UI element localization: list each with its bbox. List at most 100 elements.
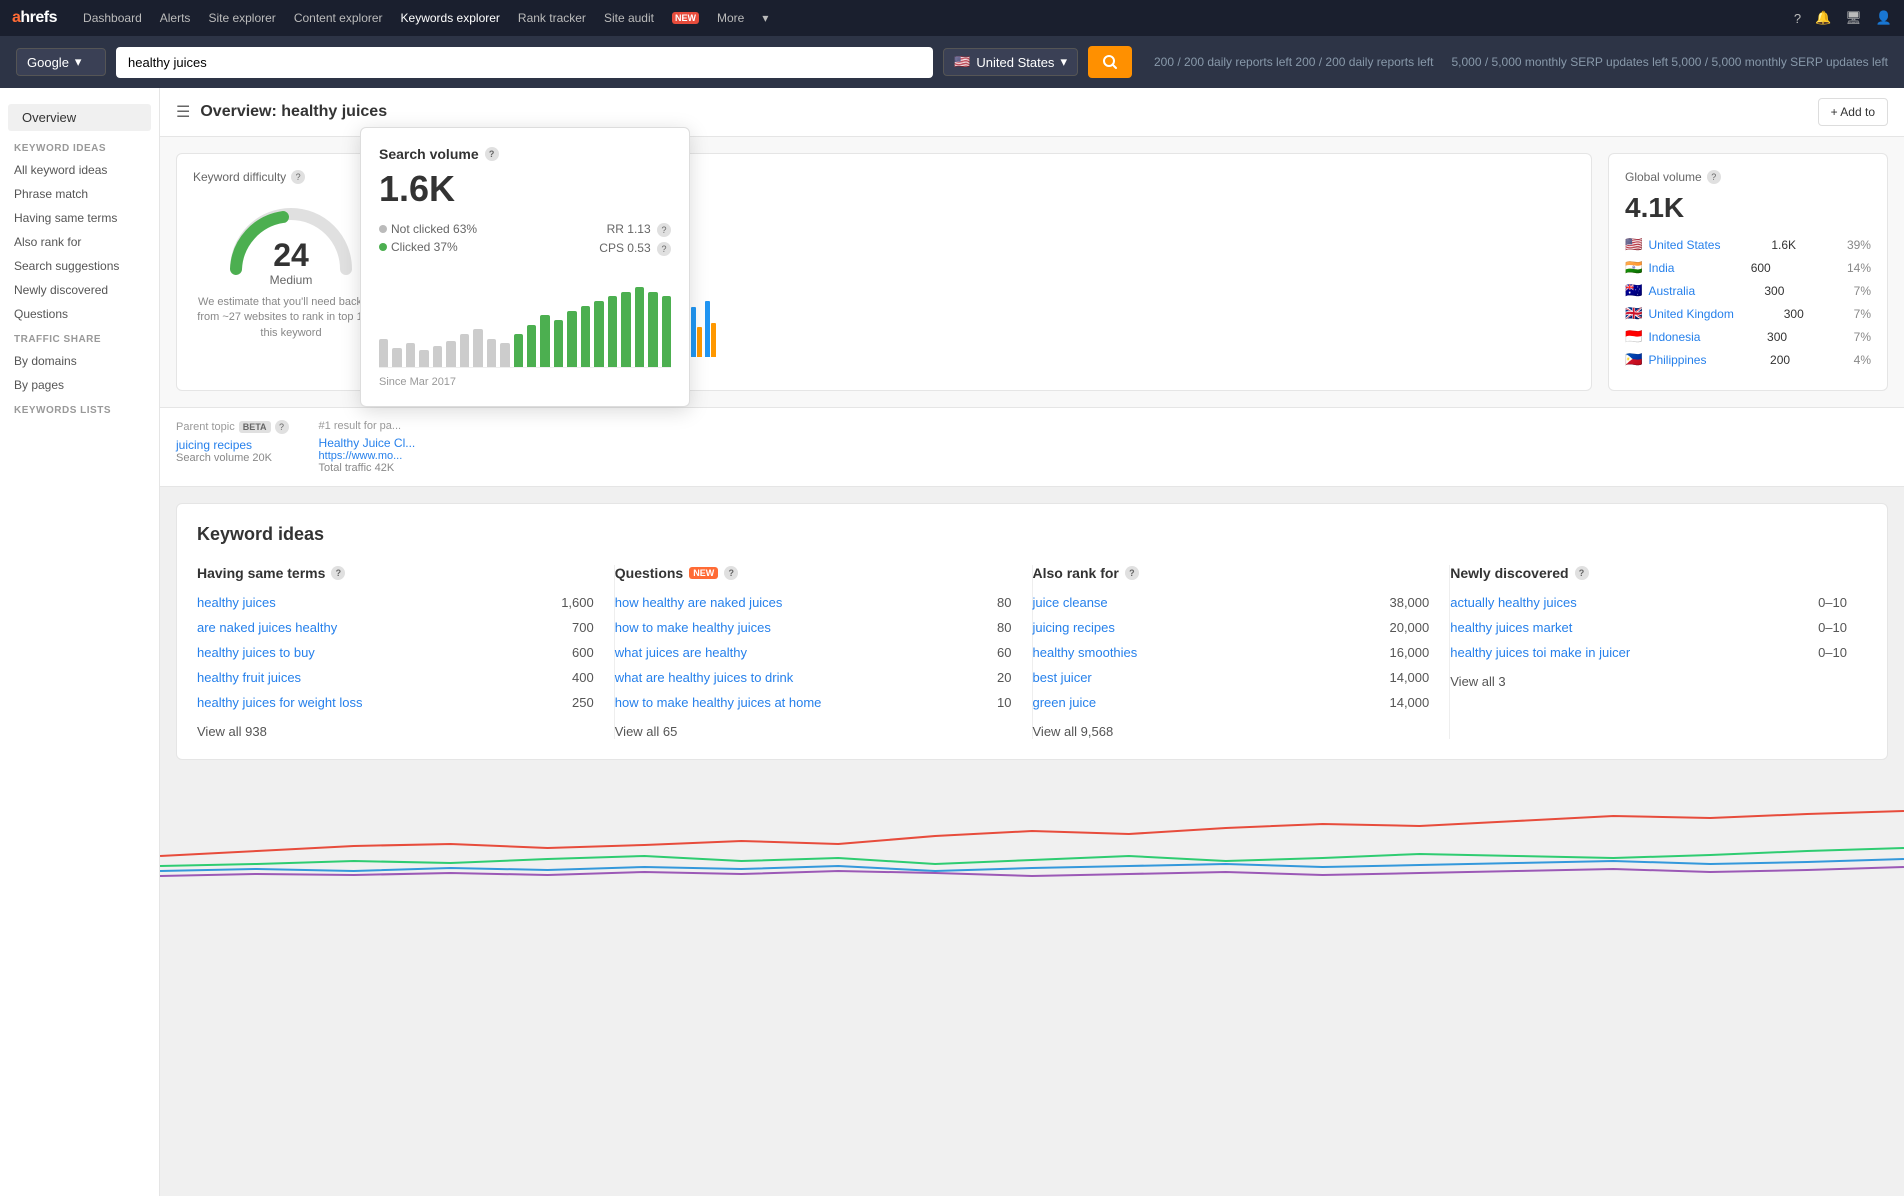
ki-link[interactable]: healthy juices toi make in juicer bbox=[1450, 645, 1630, 660]
ki-link[interactable]: healthy juices market bbox=[1450, 620, 1572, 635]
ki-link[interactable]: how healthy are naked juices bbox=[615, 595, 783, 610]
ki-count: 700 bbox=[572, 620, 594, 635]
sv-chart-bar bbox=[662, 296, 671, 367]
gv-country-name[interactable]: 🇮🇩 Indonesia bbox=[1625, 328, 1700, 345]
logo[interactable]: ahrefs bbox=[12, 9, 57, 27]
ki-link[interactable]: actually healthy juices bbox=[1450, 595, 1576, 610]
ki-link[interactable]: healthy fruit juices bbox=[197, 670, 301, 685]
sidebar-item-having-same-terms[interactable]: Having same terms bbox=[0, 206, 159, 230]
parent-topic-help-icon[interactable]: ? bbox=[275, 420, 289, 434]
ki-row: healthy juices to buy 600 bbox=[197, 645, 594, 660]
ki-link[interactable]: healthy juices to buy bbox=[197, 645, 315, 660]
sidebar-item-also-rank-for[interactable]: Also rank for bbox=[0, 230, 159, 254]
top-navigation: ahrefs Dashboard Alerts Site explorer Co… bbox=[0, 0, 1904, 36]
search-engine-select[interactable]: Google ▾ bbox=[16, 48, 106, 76]
sv-rr: RR 1.13 ? bbox=[599, 222, 671, 237]
nav-site-audit[interactable]: Site audit bbox=[604, 11, 654, 25]
right-icons: ? 🔔 🖥 👤 bbox=[1794, 10, 1892, 26]
notifications-icon[interactable]: 🔔 bbox=[1815, 10, 1831, 26]
cps-help-icon[interactable]: ? bbox=[657, 242, 671, 256]
ki-link[interactable]: healthy juices for weight loss bbox=[197, 695, 362, 710]
result-url[interactable]: https://www.mo... bbox=[319, 450, 416, 462]
ki-link[interactable]: green juice bbox=[1033, 695, 1097, 710]
gv-country-name[interactable]: 🇦🇺 Australia bbox=[1625, 282, 1695, 299]
sidebar-item-newly-discovered[interactable]: Newly discovered bbox=[0, 278, 159, 302]
sv-cps: CPS 0.53 ? bbox=[599, 241, 671, 256]
keyword-ideas-title: Keyword ideas bbox=[197, 524, 1867, 545]
country-select[interactable]: 🇺🇸 United States ▾ bbox=[943, 48, 1078, 76]
sv-chart-bar bbox=[460, 334, 469, 367]
search-icon bbox=[1102, 54, 1118, 70]
parent-topic-label: Parent topic BETA ? bbox=[176, 420, 289, 434]
gv-country-name[interactable]: 🇬🇧 United Kingdom bbox=[1625, 305, 1734, 322]
sv-not-clicked: Not clicked 63% bbox=[379, 222, 477, 236]
sidebar-item-by-domains[interactable]: By domains bbox=[0, 349, 159, 373]
ki-link[interactable]: best juicer bbox=[1033, 670, 1092, 685]
menu-icon[interactable]: ☰ bbox=[176, 102, 190, 122]
gv-pct: 7% bbox=[1854, 284, 1871, 298]
ki-link[interactable]: juicing recipes bbox=[1033, 620, 1115, 635]
monitor-icon[interactable]: 🖥 bbox=[1845, 10, 1862, 26]
gv-country-name[interactable]: 🇺🇸 United States bbox=[1625, 236, 1720, 253]
gv-country-name[interactable]: 🇵🇭 Philippines bbox=[1625, 351, 1706, 368]
result-link[interactable]: Healthy Juice Cl... bbox=[319, 436, 416, 450]
sidebar-item-by-pages[interactable]: By pages bbox=[0, 373, 159, 397]
ki-row: actually healthy juices 0–10 bbox=[1450, 595, 1847, 610]
ki-link[interactable]: juice cleanse bbox=[1033, 595, 1108, 610]
search-button[interactable] bbox=[1088, 46, 1132, 78]
global-volume-card: Global volume ? 4.1K 🇺🇸 United States 1.… bbox=[1608, 153, 1888, 391]
keyword-ideas-label: KEYWORD IDEAS bbox=[0, 135, 159, 158]
ki-view-all[interactable]: View all 65 bbox=[615, 724, 1012, 739]
ki-col-1: QuestionsNEW? how healthy are naked juic… bbox=[615, 565, 1033, 739]
keywords-lists-label: KEYWORDS LISTS bbox=[0, 397, 159, 420]
ki-link[interactable]: healthy juices bbox=[197, 595, 276, 610]
gv-country-name[interactable]: 🇮🇳 India bbox=[1625, 259, 1674, 276]
help-icon[interactable]: ? bbox=[1794, 11, 1801, 26]
col-help-icon[interactable]: ? bbox=[1125, 566, 1139, 580]
ki-link[interactable]: are naked juices healthy bbox=[197, 620, 337, 635]
ki-link[interactable]: how to make healthy juices bbox=[615, 620, 771, 635]
nav-dashboard[interactable]: Dashboard bbox=[83, 11, 142, 25]
nav-content-explorer[interactable]: Content explorer bbox=[294, 11, 383, 25]
rr-help-icon[interactable]: ? bbox=[657, 223, 671, 237]
ki-link[interactable]: what juices are healthy bbox=[615, 645, 747, 660]
gv-count: 300 bbox=[1767, 330, 1787, 344]
engine-chevron-icon: ▾ bbox=[75, 54, 82, 70]
gv-pct: 7% bbox=[1854, 307, 1871, 321]
ki-view-all[interactable]: View all 3 bbox=[1450, 674, 1847, 689]
ki-link[interactable]: healthy smoothies bbox=[1033, 645, 1138, 660]
sv-chart-bar bbox=[379, 339, 388, 367]
nav-alerts[interactable]: Alerts bbox=[160, 11, 191, 25]
gv-count: 1.6K bbox=[1771, 238, 1796, 252]
kd-help-icon[interactable]: ? bbox=[291, 170, 305, 184]
nav-site-explorer[interactable]: Site explorer bbox=[208, 11, 275, 25]
ki-col-2: Also rank for? juice cleanse 38,000 juic… bbox=[1033, 565, 1451, 739]
ki-row: best juicer 14,000 bbox=[1033, 670, 1430, 685]
parent-topic-value[interactable]: juicing recipes bbox=[176, 438, 289, 452]
sv-help-icon[interactable]: ? bbox=[485, 147, 499, 161]
more-menu-button[interactable]: More bbox=[717, 11, 744, 25]
ki-count: 400 bbox=[572, 670, 594, 685]
sidebar-item-all-keyword-ideas[interactable]: All keyword ideas bbox=[0, 158, 159, 182]
col-help-icon[interactable]: ? bbox=[1575, 566, 1589, 580]
ki-row: healthy juices 1,600 bbox=[197, 595, 594, 610]
search-input[interactable] bbox=[116, 47, 933, 78]
ki-link[interactable]: what are healthy juices to drink bbox=[615, 670, 793, 685]
sv-since: Since Mar 2017 bbox=[379, 376, 671, 388]
col-help-icon[interactable]: ? bbox=[724, 566, 738, 580]
add-to-button[interactable]: + Add to bbox=[1818, 98, 1888, 126]
nav-keywords-explorer[interactable]: Keywords explorer bbox=[401, 11, 500, 25]
ki-view-all[interactable]: View all 9,568 bbox=[1033, 724, 1430, 739]
gv-help-icon[interactable]: ? bbox=[1707, 170, 1721, 184]
gv-country-row: 🇦🇺 Australia 300 7% bbox=[1625, 282, 1871, 299]
sidebar-item-phrase-match[interactable]: Phrase match bbox=[0, 182, 159, 206]
flag-icon: 🇬🇧 bbox=[1625, 305, 1642, 322]
sidebar-item-questions[interactable]: Questions bbox=[0, 302, 159, 326]
sidebar-overview[interactable]: Overview bbox=[8, 104, 151, 131]
nav-rank-tracker[interactable]: Rank tracker bbox=[518, 11, 586, 25]
col-help-icon[interactable]: ? bbox=[331, 566, 345, 580]
ki-view-all[interactable]: View all 938 bbox=[197, 724, 594, 739]
user-icon[interactable]: 👤 bbox=[1876, 10, 1892, 26]
ki-link[interactable]: how to make healthy juices at home bbox=[615, 695, 822, 710]
sidebar-item-search-suggestions[interactable]: Search suggestions bbox=[0, 254, 159, 278]
